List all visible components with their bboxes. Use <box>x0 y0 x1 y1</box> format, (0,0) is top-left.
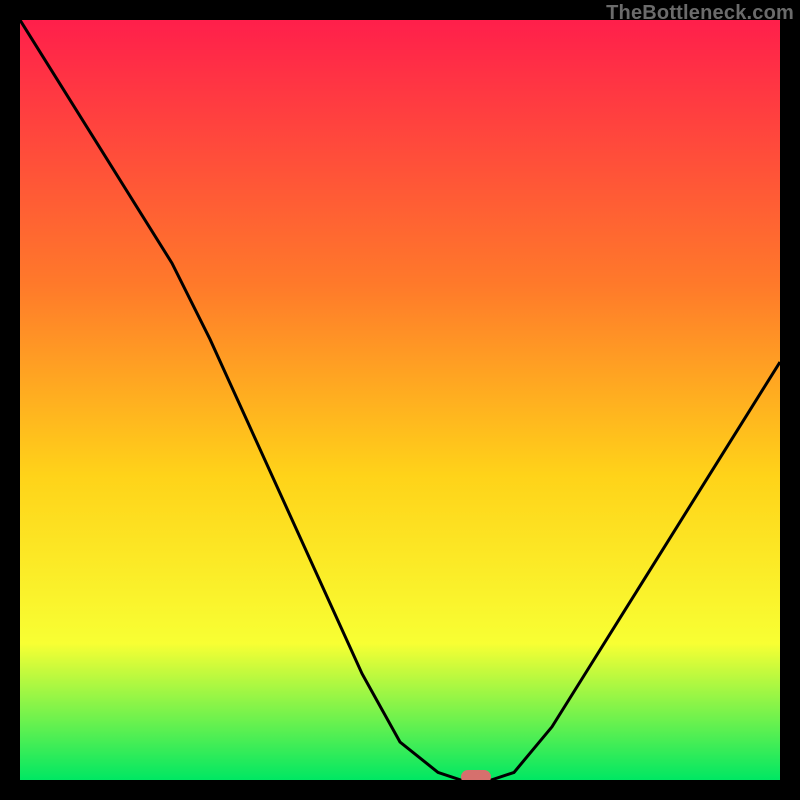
bottleneck-chart <box>20 20 780 780</box>
chart-container: TheBottleneck.com <box>0 0 800 800</box>
gradient-background <box>20 20 780 780</box>
optimal-marker <box>461 770 491 780</box>
